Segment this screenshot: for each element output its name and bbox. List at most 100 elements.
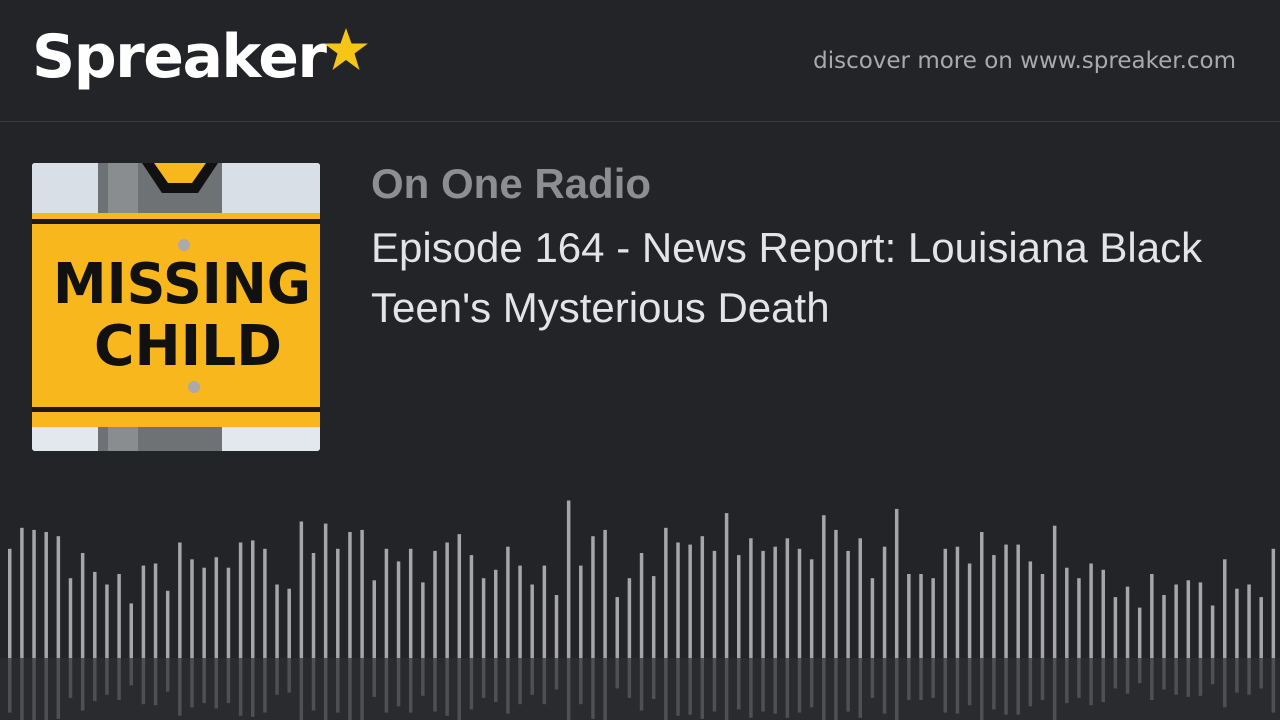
waveform-bar: [80, 553, 85, 658]
waveform-bar: [980, 532, 984, 658]
waveform-bar-reflection: [165, 658, 170, 692]
waveform-bar: [651, 576, 656, 658]
waveform-bar-reflection: [1028, 658, 1033, 707]
waveform-bar: [360, 529, 364, 658]
waveform-bar-reflection: [469, 658, 474, 710]
waveform-bar: [8, 548, 12, 658]
waveform-bar: [481, 578, 486, 658]
episode-cover-image: MISSING CHILD: [32, 163, 320, 451]
waveform-bar-reflection: [530, 658, 534, 695]
waveform-bar-reflection: [785, 658, 790, 718]
missing-child-sign-image: MISSING CHILD: [32, 163, 320, 451]
waveform-bar-reflection: [56, 658, 61, 719]
waveform-bar: [1028, 561, 1033, 658]
show-title[interactable]: On One Radio: [371, 160, 651, 208]
waveform-bar-reflection: [251, 658, 255, 717]
waveform-bar-reflection: [542, 658, 547, 705]
waveform-bar: [1174, 584, 1178, 658]
waveform-bar-reflection: [1101, 658, 1105, 703]
waveform-bar: [834, 529, 838, 658]
waveform-bar-reflection: [360, 658, 364, 720]
waveform-bar: [433, 550, 437, 658]
waveform-bar-reflection: [712, 658, 717, 712]
waveform-bar-reflection: [105, 658, 109, 695]
audio-waveform[interactable]: [0, 500, 1280, 720]
waveform-bar: [1198, 582, 1203, 658]
waveform-bar-reflection: [882, 658, 887, 714]
waveform-bar: [421, 582, 425, 658]
waveform-bar: [299, 521, 304, 658]
waveform-bar-reflection: [907, 658, 911, 700]
waveform-bar-reflection: [1235, 658, 1239, 693]
waveform-bar-reflection: [372, 658, 376, 697]
waveform-bar: [469, 555, 474, 658]
waveform-bar-reflection: [1125, 658, 1130, 694]
waveform-bar-reflection: [117, 658, 121, 700]
waveform-bar: [870, 578, 875, 658]
waveform-bar: [178, 542, 182, 658]
waveform-bar-reflection: [384, 658, 389, 713]
waveform-bar: [251, 540, 255, 658]
waveform-bar-reflection: [894, 658, 899, 720]
waveform-bar-reflection: [1113, 658, 1118, 689]
waveform-bar: [603, 529, 607, 658]
waveform-bar: [1259, 597, 1263, 658]
waveform-bar: [1162, 595, 1166, 658]
waveform-bar-reflection: [919, 658, 923, 700]
waveform-bar-reflection: [566, 658, 571, 720]
waveform-bar: [554, 595, 559, 658]
waveform-bar-reflection: [737, 658, 741, 710]
waveform-bar: [688, 544, 692, 658]
waveform-bar: [737, 555, 741, 658]
waveform-bar: [1004, 544, 1008, 658]
waveform-bar: [1186, 580, 1191, 658]
waveform-bar: [408, 548, 413, 658]
waveform-bar-reflection: [190, 658, 194, 708]
waveform-bar-reflection: [579, 658, 583, 705]
waveform-bar: [1150, 574, 1154, 658]
waveform-bar: [129, 603, 133, 658]
waveform-bar-reflection: [700, 658, 705, 719]
waveform-bar-reflection: [1162, 658, 1166, 690]
waveform-bar: [712, 550, 717, 658]
waveform-bar: [202, 567, 206, 658]
waveform-bar-reflection: [263, 658, 267, 713]
waveform-bar-reflection: [20, 658, 24, 720]
waveform-bar-reflection: [1040, 658, 1045, 700]
waveform-bar: [1235, 588, 1239, 658]
discover-link[interactable]: discover more on www.spreaker.com: [813, 46, 1236, 76]
waveform-bar-reflection: [773, 658, 777, 714]
waveform-bar: [20, 527, 24, 658]
waveform-bar-reflection: [955, 658, 960, 714]
waveform-bar: [141, 565, 146, 658]
waveform-bar-reflection: [408, 658, 413, 713]
waveform-bar-reflection: [153, 658, 158, 706]
waveform-bar: [1065, 567, 1069, 658]
waveform-bar-reflection: [1259, 658, 1263, 689]
waveform-bar-reflection: [1077, 658, 1081, 698]
waveform-bar-reflection: [870, 658, 875, 698]
waveform-bar-reflection: [967, 658, 972, 706]
waveform-bar: [165, 590, 170, 658]
waveform-bar-reflection: [749, 658, 753, 718]
waveform-bar-reflection: [299, 658, 304, 720]
waveform-bar-reflection: [238, 658, 243, 716]
episode-title[interactable]: Episode 164 - News Report: Louisiana Bla…: [371, 218, 1251, 338]
waveform-bar: [664, 527, 668, 658]
waveform-bar: [542, 565, 547, 658]
waveform-bar: [68, 578, 73, 658]
waveform-bar: [894, 508, 899, 658]
spreaker-logo[interactable]: Spreaker: [32, 22, 370, 100]
waveform-bar-reflection: [32, 658, 36, 720]
waveform-bar-reflection: [348, 658, 352, 720]
waveform-bar-reflection: [1223, 658, 1227, 708]
waveform-bar-reflection: [494, 658, 498, 703]
waveform-bar: [348, 532, 352, 658]
waveform-bar-reflection: [226, 658, 231, 704]
waveform-bar-reflection: [639, 658, 644, 711]
waveform-bar: [931, 578, 935, 658]
waveform-bar-reflection: [846, 658, 850, 712]
waveform-bar-reflection: [433, 658, 437, 712]
waveform-bar: [105, 584, 109, 658]
waveform-bar: [396, 561, 401, 658]
